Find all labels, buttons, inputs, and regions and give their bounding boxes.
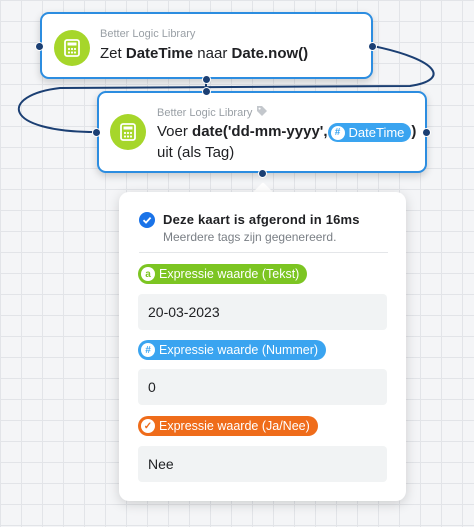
tag-text-value: 20-03-2023 xyxy=(138,294,387,330)
card2-bottom-dot[interactable] xyxy=(258,169,267,178)
action-prefix: Zet xyxy=(100,45,122,62)
card1-input-dot[interactable] xyxy=(35,42,44,51)
action-value: Date.now() xyxy=(231,45,309,62)
calculator-icon xyxy=(54,30,90,66)
expression-text: date('dd-mm-yyyy', xyxy=(192,123,328,140)
check-icon: ✓ xyxy=(141,419,155,433)
tag-number-pill[interactable]: # Expressie waarde (Nummer) xyxy=(138,340,327,360)
action-line2: uit (als Tag) xyxy=(157,144,235,161)
status-subtitle: Meerdere tags zijn gegenereerd. xyxy=(163,230,337,244)
tag-number-label: Expressie waarde (Nummer) xyxy=(159,343,319,357)
check-circle-icon xyxy=(139,212,155,228)
action-variable: DateTime xyxy=(125,45,194,62)
library-name: Better Logic Library xyxy=(100,28,196,40)
tag-boolean-pill[interactable]: ✓ Expressie waarde (Ja/Nee) xyxy=(138,416,318,436)
card-action-text: Zet DateTime naar Date.now() xyxy=(100,45,308,62)
card1-bottom-dot[interactable] xyxy=(202,75,211,84)
library-name: Better Logic Library xyxy=(157,105,268,120)
tag-number-value: 0 xyxy=(138,369,387,405)
tag-boolean-label: Expressie waarde (Ja/Nee) xyxy=(159,419,310,433)
tag-text-label: Expressie waarde (Tekst) xyxy=(159,267,300,281)
card2-top-dot[interactable] xyxy=(202,87,211,96)
card1-output-dot[interactable] xyxy=(368,42,377,51)
datetime-token[interactable]: # DateTime xyxy=(327,123,412,142)
tag-boolean-value: Nee xyxy=(138,446,387,482)
hash-icon: # xyxy=(330,125,345,140)
text-type-icon: a xyxy=(141,267,155,281)
action-verb: Voer xyxy=(157,123,188,140)
divider xyxy=(139,252,388,253)
card2-output-dot[interactable] xyxy=(422,128,431,137)
status-title: Deze kaart is afgerond in 16ms xyxy=(163,212,360,227)
flow-card-set-datetime[interactable]: Better Logic Library Zet DateTime naar D… xyxy=(40,12,373,79)
card-action-text: Voer date('dd-mm-yyyy', # DateTime) uit (a… xyxy=(157,121,416,163)
calculator-icon xyxy=(110,114,146,150)
result-popover: Deze kaart is afgerond in 16ms Meerdere … xyxy=(119,192,406,501)
library-label: Better Logic Library xyxy=(157,106,253,119)
tag-icon xyxy=(256,105,268,120)
flow-card-run-expression[interactable]: Better Logic Library Voer date('dd-mm-yy… xyxy=(97,91,427,173)
token-label: DateTime xyxy=(348,125,405,140)
card2-input-dot[interactable] xyxy=(92,128,101,137)
action-mid: naar xyxy=(197,45,228,62)
tag-text-pill[interactable]: a Expressie waarde (Tekst) xyxy=(138,264,308,284)
hash-icon: # xyxy=(141,343,155,357)
close-paren: ) xyxy=(411,123,417,140)
